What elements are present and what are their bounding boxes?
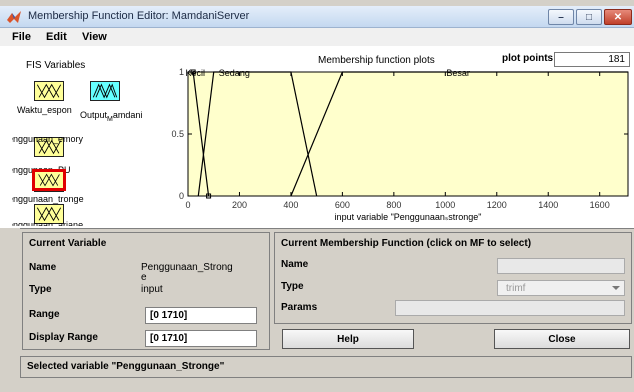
input-variable-1-label: Waktu_espon	[17, 105, 72, 115]
x-tick-label-8: 1600	[590, 200, 610, 210]
fis-variables-title: FIS Variables	[26, 60, 86, 71]
input-variable-2-label: enggunaan_emory	[12, 134, 84, 144]
input-variable-5-label: enggunaan_ariane	[12, 220, 84, 226]
close-window-button[interactable]: ✕	[604, 9, 632, 25]
x-tick-label-5: 1000	[435, 200, 455, 210]
mf-type-value: trimf	[506, 283, 526, 294]
mf-params-label: Params	[281, 302, 318, 313]
menu-bar: File Edit View	[0, 28, 634, 46]
plot-title: Membership function plots	[318, 55, 435, 66]
cv-name-value: Penggunaan_Strong	[141, 262, 233, 273]
mf-params-input[interactable]	[395, 300, 625, 316]
display-range-input[interactable]: [0 1710]	[145, 330, 257, 347]
input-variable-1-icon[interactable]	[34, 81, 64, 101]
x-tick-label-6: 1200	[487, 200, 507, 210]
status-bar: Selected variable "Penggunaan_Stronge"	[20, 356, 632, 378]
x-tick-label-2: 400	[283, 200, 298, 210]
mf-type-label: Type	[281, 281, 304, 292]
x-tick-label-1: 200	[232, 200, 247, 210]
current-variable-panel: Current Variable Name Penggunaan_Strong …	[22, 232, 270, 350]
cv-name-label: Name	[29, 262, 57, 273]
output-variable-label: OutputMamdani	[80, 110, 142, 123]
cv-display-range-label: Display Range	[29, 332, 98, 343]
output-label-prefix: Output	[80, 110, 108, 120]
chevron-down-icon	[612, 286, 620, 290]
current-mf-header: Current Membership Function (click on MF…	[281, 238, 532, 249]
x-tick-label-4: 800	[386, 200, 401, 210]
maximize-icon: □	[585, 11, 593, 23]
cv-type-value: input	[141, 284, 163, 295]
x-axis-label: input variable "Penggunaanₛstronge"	[335, 212, 482, 222]
close-button[interactable]: Close	[494, 329, 630, 349]
plot-points-label: plot points:	[502, 53, 557, 64]
output-label-suffix: amdani	[112, 110, 143, 120]
y-tick-label-0: 0	[179, 191, 184, 201]
x-tick-label-7: 1400	[538, 200, 558, 210]
y-tick-label-1: 0.5	[171, 129, 184, 139]
maximize-button[interactable]: □	[576, 9, 602, 25]
mf-name-input[interactable]	[497, 258, 625, 274]
mf-editor-window: Membership Function Editor: MamdaniServe…	[0, 0, 634, 392]
fis-variables-panel: FIS Variables Waktu_espon OutputMamdani …	[12, 48, 168, 226]
mf-plot[interactable]: 0 200 400 600 800 1000 1200 1400 1600 0 0.5 1 Kecil S…	[168, 68, 632, 228]
menu-edit[interactable]: Edit	[46, 31, 67, 43]
range-input[interactable]: [0 1710]	[145, 307, 257, 324]
current-variable-header: Current Variable	[29, 238, 107, 249]
mf-label-besar: Besar	[446, 68, 470, 78]
current-mf-panel: Current Membership Function (click on MF…	[274, 232, 632, 324]
mf-type-dropdown[interactable]: trimf	[497, 280, 625, 296]
output-variable-label-text: OutputMamdani	[80, 110, 143, 123]
upper-area: FIS Variables Waktu_espon OutputMamdani …	[0, 46, 634, 228]
matlab-logo-icon	[7, 11, 21, 23]
mf-plot-svg[interactable]: 0 200 400 600 800 1000 1200 1400 160000.51 Kecil S…	[168, 68, 632, 228]
plot-area	[187, 71, 629, 197]
help-button[interactable]: Help	[282, 329, 414, 349]
title-bar[interactable]: Membership Function Editor: MamdaniServe…	[0, 6, 634, 28]
output-variable-icon[interactable]	[90, 81, 120, 101]
window-title: Membership Function Editor: MamdaniServe…	[28, 10, 250, 22]
minimize-button[interactable]: –	[548, 9, 574, 25]
input-variable-4-icon-selected[interactable]	[32, 169, 66, 191]
menu-file[interactable]: File	[12, 31, 31, 43]
cv-range-label: Range	[29, 309, 60, 320]
x-tick-label-0: 0	[185, 200, 190, 210]
cv-name-value-overflow: e	[141, 272, 147, 283]
plot-points-input[interactable]	[554, 52, 630, 67]
mf-label-sedang: Sedang	[219, 68, 250, 78]
input-variable-4-label: enggunaan_tronge	[12, 194, 84, 204]
menu-view[interactable]: View	[82, 31, 107, 43]
mf-name-label: Name	[281, 259, 309, 270]
y-tick-label-2: 1	[179, 68, 184, 77]
cv-type-label: Type	[29, 284, 52, 295]
minimize-icon: –	[558, 11, 564, 23]
close-icon: ✕	[613, 11, 623, 23]
x-tick-label-3: 600	[335, 200, 350, 210]
